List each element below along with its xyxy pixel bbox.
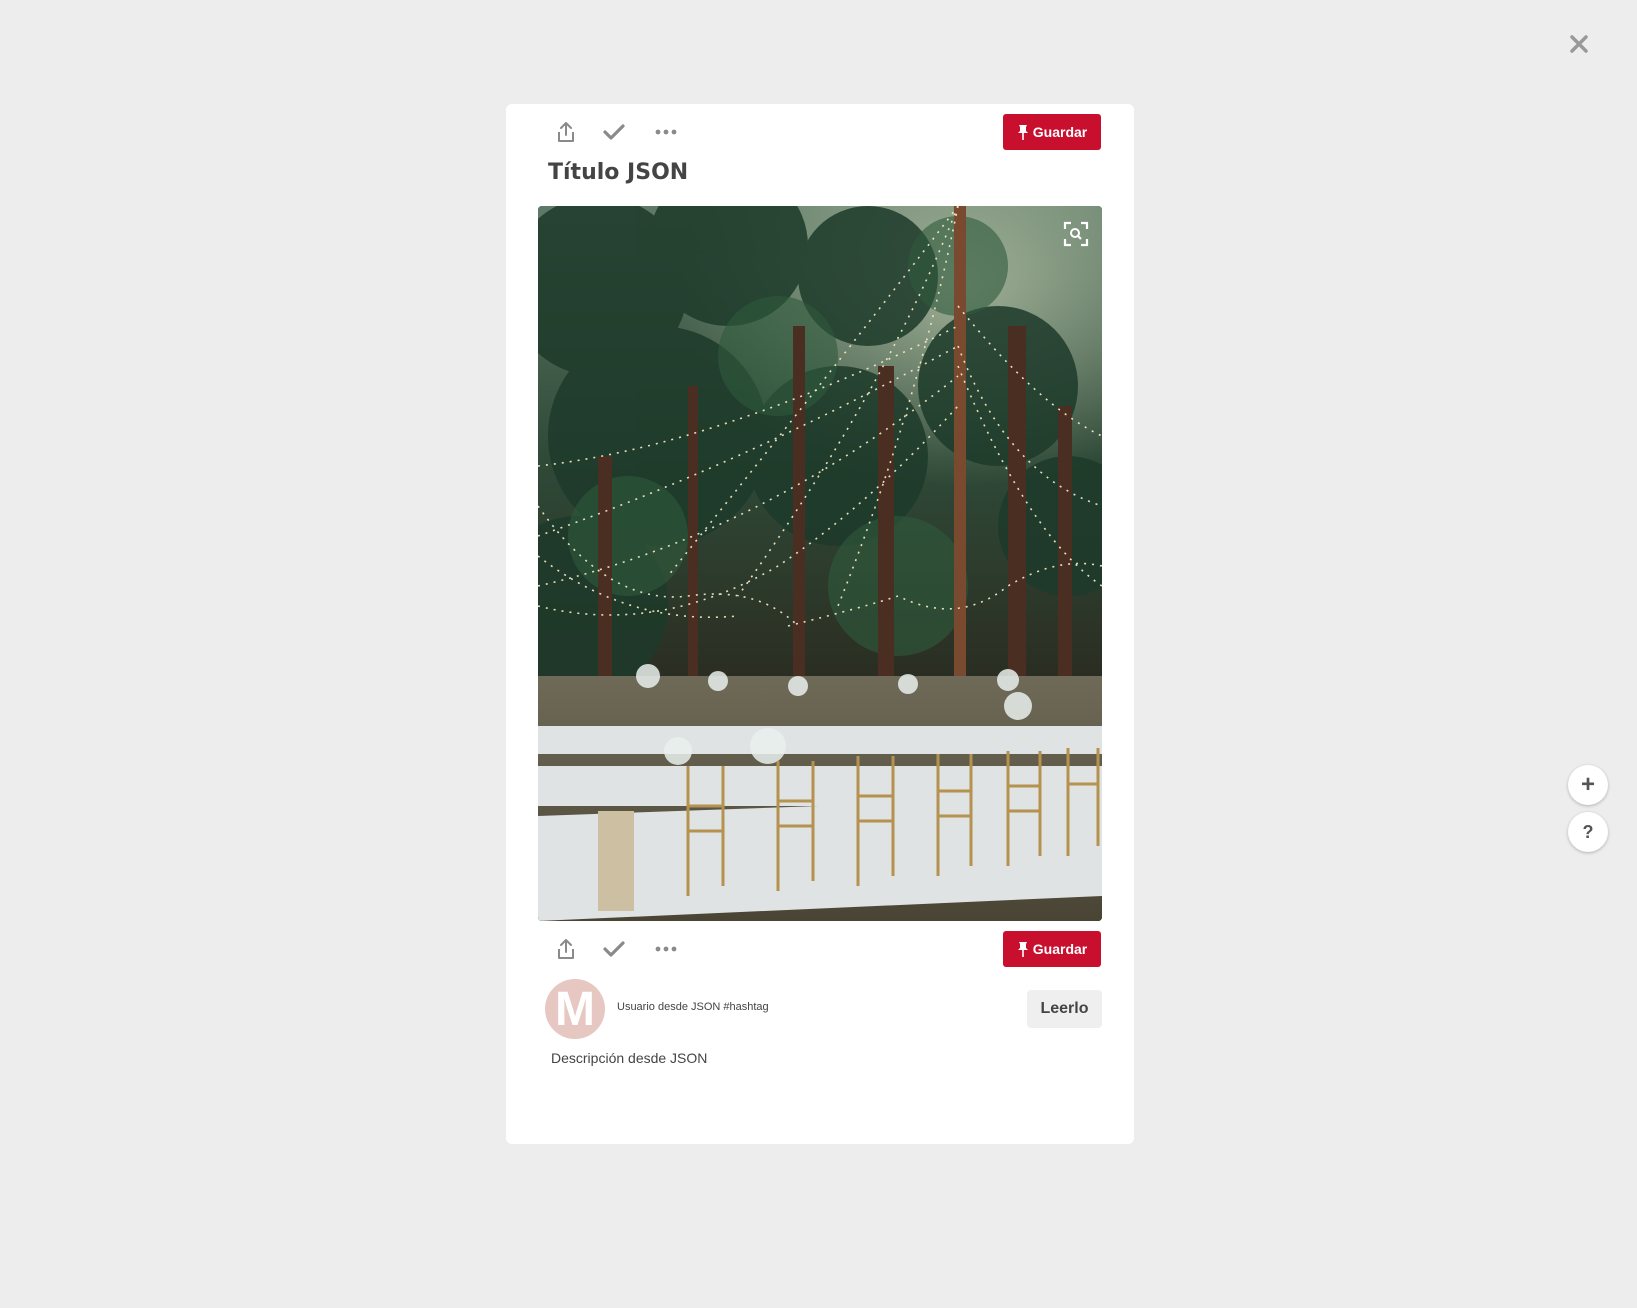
- more-icon[interactable]: [648, 931, 684, 967]
- pin-toolbar-bottom: Guardar: [506, 931, 1134, 969]
- author-row: M Usuario desde JSON #hashtag Leerlo: [506, 975, 1134, 1039]
- help-button[interactable]: ?: [1568, 812, 1608, 852]
- share-icon[interactable]: [548, 114, 584, 150]
- check-icon[interactable]: [596, 931, 632, 967]
- pin-icon: [1017, 125, 1028, 140]
- visual-search-icon[interactable]: [1062, 220, 1090, 248]
- save-button[interactable]: Guardar: [1003, 114, 1101, 150]
- pin-toolbar-top: Guardar: [506, 114, 1134, 152]
- forest-wedding-photo: [538, 206, 1102, 921]
- save-button-label: Guardar: [1032, 124, 1088, 140]
- pin-icon: [1017, 942, 1028, 957]
- close-icon[interactable]: [1565, 30, 1593, 58]
- pin-card: Guardar Título JSON Guardar M Usuario de…: [506, 104, 1134, 1144]
- add-button[interactable]: +: [1568, 765, 1608, 805]
- pin-closeup-page: + ? Guardar Título JSON Guardar M Usuari…: [0, 0, 1637, 1308]
- check-icon[interactable]: [596, 114, 632, 150]
- share-icon[interactable]: [548, 931, 584, 967]
- author-text[interactable]: Usuario desde JSON #hashtag: [617, 1001, 769, 1013]
- save-button[interactable]: Guardar: [1003, 931, 1101, 967]
- save-button-label: Guardar: [1032, 941, 1088, 957]
- pin-description: Descripción desde JSON: [551, 1050, 708, 1066]
- avatar[interactable]: M: [545, 979, 605, 1039]
- read-button[interactable]: Leerlo: [1027, 990, 1102, 1028]
- pin-image[interactable]: [538, 206, 1102, 921]
- more-icon[interactable]: [648, 114, 684, 150]
- pin-title: Título JSON: [548, 160, 689, 185]
